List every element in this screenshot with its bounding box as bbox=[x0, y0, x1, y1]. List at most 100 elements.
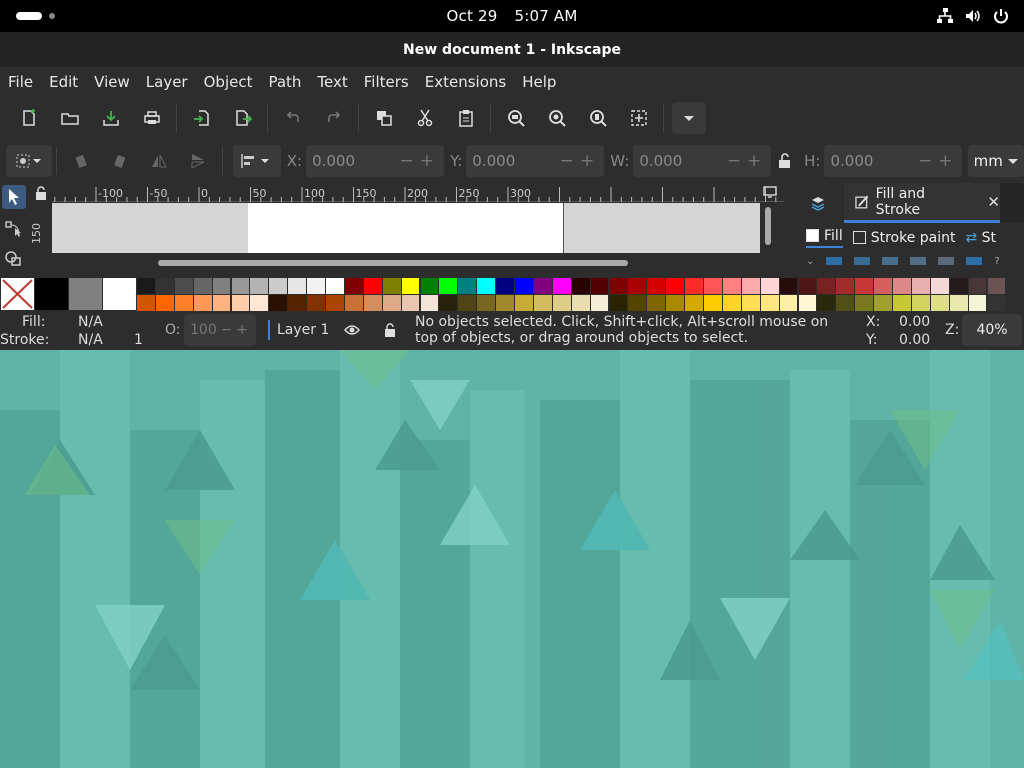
flip-vertical-button[interactable] bbox=[179, 144, 218, 178]
more-commands-button[interactable] bbox=[672, 102, 706, 134]
opacity-input[interactable]: 100 −+ bbox=[184, 314, 256, 346]
color-swatch[interactable] bbox=[949, 295, 968, 311]
new-document-button[interactable] bbox=[8, 101, 49, 135]
color-swatch[interactable] bbox=[571, 295, 590, 311]
export-button[interactable] bbox=[222, 101, 263, 135]
color-swatch[interactable] bbox=[382, 295, 401, 311]
color-swatch[interactable] bbox=[779, 278, 798, 294]
color-swatch[interactable] bbox=[363, 278, 382, 294]
node-tool[interactable] bbox=[2, 217, 26, 241]
vertical-ruler[interactable]: 150 bbox=[30, 202, 50, 254]
color-swatch[interactable] bbox=[704, 295, 722, 311]
cut-button[interactable] bbox=[404, 101, 445, 135]
activities-indicator[interactable] bbox=[16, 12, 42, 20]
color-swatch[interactable] bbox=[685, 278, 703, 294]
color-swatch[interactable] bbox=[250, 295, 269, 311]
color-swatch[interactable] bbox=[817, 295, 836, 311]
color-swatch[interactable] bbox=[987, 295, 1006, 311]
document-page[interactable] bbox=[248, 203, 564, 253]
dock-objects-tab[interactable] bbox=[792, 183, 844, 223]
color-swatch[interactable] bbox=[628, 278, 647, 294]
color-swatch[interactable] bbox=[741, 295, 760, 311]
color-swatch[interactable] bbox=[382, 278, 401, 294]
color-swatch[interactable] bbox=[552, 278, 571, 294]
color-swatch[interactable] bbox=[855, 278, 874, 294]
zoom-page-button[interactable] bbox=[577, 101, 618, 135]
color-swatch[interactable] bbox=[212, 278, 231, 294]
color-swatch[interactable] bbox=[855, 295, 874, 311]
color-swatch[interactable] bbox=[420, 295, 439, 311]
y-input[interactable]: 0.000 −+ bbox=[466, 145, 605, 177]
color-swatch[interactable] bbox=[477, 278, 496, 294]
color-swatch[interactable] bbox=[155, 278, 174, 294]
select-mode-dropdown[interactable] bbox=[6, 145, 52, 177]
color-swatch[interactable] bbox=[533, 278, 552, 294]
color-swatch[interactable] bbox=[741, 278, 760, 294]
color-swatch[interactable] bbox=[458, 278, 477, 294]
color-swatch[interactable] bbox=[326, 295, 344, 311]
y-stepper[interactable]: −+ bbox=[560, 151, 601, 171]
color-swatch[interactable] bbox=[137, 295, 155, 311]
shape-builder-tool[interactable] bbox=[2, 247, 26, 271]
paint-linear-icon[interactable] bbox=[854, 257, 871, 265]
color-swatch[interactable] bbox=[666, 295, 685, 311]
color-swatch[interactable] bbox=[496, 278, 514, 294]
color-swatch[interactable] bbox=[401, 295, 420, 311]
color-swatch[interactable] bbox=[515, 278, 533, 294]
color-swatch[interactable] bbox=[477, 295, 496, 311]
rotate-cw-button[interactable] bbox=[100, 144, 139, 178]
window-title-bar[interactable]: New document 1 - Inkscape bbox=[0, 32, 1024, 67]
color-swatch[interactable] bbox=[874, 295, 892, 311]
menu-filters[interactable]: Filters bbox=[356, 67, 417, 97]
paint-mesh-icon[interactable] bbox=[910, 257, 927, 265]
eye-icon[interactable] bbox=[344, 322, 360, 342]
color-swatch[interactable] bbox=[344, 295, 363, 311]
color-swatch[interactable] bbox=[911, 295, 930, 311]
h-stepper[interactable]: −+ bbox=[918, 151, 959, 171]
menu-help[interactable]: Help bbox=[514, 67, 564, 97]
color-swatch[interactable] bbox=[968, 278, 987, 294]
color-swatch[interactable] bbox=[930, 278, 949, 294]
flip-horizontal-button[interactable] bbox=[139, 144, 178, 178]
color-swatch[interactable] bbox=[590, 295, 609, 311]
chevron-down-icon[interactable]: ⌄ bbox=[806, 256, 814, 267]
color-swatch[interactable] bbox=[174, 278, 193, 294]
color-swatch[interactable] bbox=[174, 295, 193, 311]
color-swatch[interactable] bbox=[798, 278, 817, 294]
lock-ratio-button[interactable] bbox=[771, 144, 798, 178]
x-input[interactable]: 0.000 −+ bbox=[306, 145, 445, 177]
color-swatch[interactable] bbox=[288, 278, 307, 294]
paste-button[interactable] bbox=[445, 101, 486, 135]
horizontal-scrollbar[interactable] bbox=[158, 260, 628, 266]
color-swatch[interactable] bbox=[685, 295, 703, 311]
color-swatch[interactable] bbox=[515, 295, 533, 311]
drawing-canvas[interactable] bbox=[52, 203, 760, 253]
unit-select[interactable]: mm bbox=[968, 145, 1024, 177]
color-swatch[interactable] bbox=[590, 278, 609, 294]
color-swatch[interactable] bbox=[35, 278, 68, 310]
zoom-drawing-button[interactable] bbox=[536, 101, 577, 135]
color-swatch[interactable] bbox=[704, 278, 722, 294]
color-swatch[interactable] bbox=[930, 295, 949, 311]
import-button[interactable] bbox=[181, 101, 222, 135]
color-swatch[interactable] bbox=[231, 278, 250, 294]
workspace-dot[interactable] bbox=[49, 13, 55, 19]
color-swatch[interactable] bbox=[212, 295, 231, 311]
color-swatch[interactable] bbox=[250, 278, 269, 294]
color-swatch[interactable] bbox=[647, 295, 666, 311]
color-swatch[interactable] bbox=[307, 295, 325, 311]
stroke-width-value[interactable]: 1 bbox=[134, 332, 143, 348]
paint-radial-icon[interactable] bbox=[882, 257, 899, 265]
color-swatch[interactable] bbox=[193, 295, 212, 311]
color-swatch[interactable] bbox=[609, 295, 628, 311]
align-dropdown[interactable] bbox=[232, 145, 281, 177]
w-stepper[interactable]: −+ bbox=[727, 151, 768, 171]
color-swatch[interactable] bbox=[911, 278, 930, 294]
current-layer[interactable]: Layer 1 bbox=[277, 322, 329, 338]
color-swatch[interactable] bbox=[893, 295, 911, 311]
stroke-paint-tab[interactable]: Stroke paint bbox=[852, 230, 955, 246]
color-swatch[interactable] bbox=[269, 295, 288, 311]
color-swatch[interactable] bbox=[760, 295, 779, 311]
menu-path[interactable]: Path bbox=[260, 67, 309, 97]
color-swatch[interactable] bbox=[628, 295, 647, 311]
